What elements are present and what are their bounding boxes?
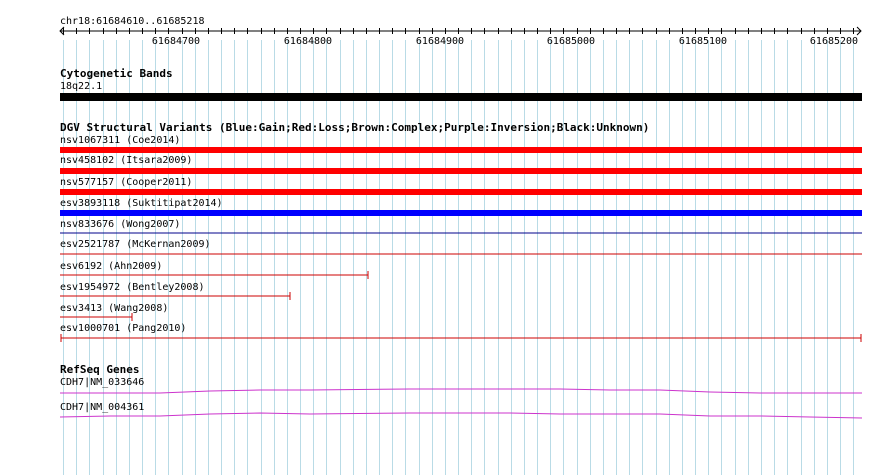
variant-label[interactable]: esv1000701 (Pang2010) bbox=[60, 323, 186, 334]
variant-label[interactable]: esv2521787 (McKernan2009) bbox=[60, 239, 211, 250]
ruler-tick-label: 61685000 bbox=[546, 36, 596, 47]
refseq-track-title: RefSeq Genes bbox=[60, 363, 140, 376]
variant-bar-nsv458102[interactable] bbox=[60, 168, 862, 174]
variant-line-esv1954972[interactable] bbox=[60, 292, 291, 300]
ruler-tick-label: 61685100 bbox=[678, 36, 728, 47]
ruler-tick-label: 61684900 bbox=[415, 36, 465, 47]
gene-label[interactable]: CDH7|NM_004361 bbox=[60, 402, 144, 413]
gene-label[interactable]: CDH7|NM_033646 bbox=[60, 377, 144, 388]
variant-bar-nsv577157[interactable] bbox=[60, 189, 862, 195]
variant-label[interactable]: nsv577157 (Cooper2011) bbox=[60, 177, 192, 188]
variant-label[interactable]: esv1954972 (Bentley2008) bbox=[60, 282, 205, 293]
variant-label[interactable]: esv3413 (Wang2008) bbox=[60, 303, 168, 314]
variant-bar-esv3893118[interactable] bbox=[60, 210, 862, 216]
variant-line-esv3413[interactable] bbox=[60, 313, 133, 321]
gene-line-NM_033646[interactable] bbox=[60, 388, 862, 394]
ruler-location: chr18:61684610..61685218 bbox=[60, 16, 205, 27]
variant-label[interactable]: esv6192 (Ahn2009) bbox=[60, 261, 162, 272]
ruler-tick-label: 61685200 bbox=[809, 36, 859, 47]
ruler-tick-label: 61684800 bbox=[283, 36, 333, 47]
grid-lines bbox=[63, 40, 854, 475]
ruler-tick-label: 61684700 bbox=[151, 36, 201, 47]
ruler bbox=[59, 26, 862, 36]
variant-line-esv6192[interactable] bbox=[60, 271, 369, 279]
variant-line-esv1000701[interactable] bbox=[60, 334, 862, 342]
variant-bar-nsv1067311[interactable] bbox=[60, 147, 862, 153]
cytoband-bar[interactable] bbox=[60, 93, 862, 101]
variant-label[interactable]: esv3893118 (Suktitipat2014) bbox=[60, 198, 223, 209]
cytoband-label[interactable]: 18q22.1 bbox=[60, 81, 102, 92]
cytoband-track-title: Cytogenetic Bands bbox=[60, 67, 173, 80]
variant-label[interactable]: nsv1067311 (Coe2014) bbox=[60, 135, 180, 146]
gene-line-NM_004361[interactable] bbox=[59, 412, 863, 419]
variant-label[interactable]: nsv458102 (Itsara2009) bbox=[60, 155, 192, 166]
variant-label[interactable]: nsv833676 (Wong2007) bbox=[60, 219, 180, 230]
dgv-track-title: DGV Structural Variants (Blue:Gain;Red:L… bbox=[60, 121, 650, 134]
